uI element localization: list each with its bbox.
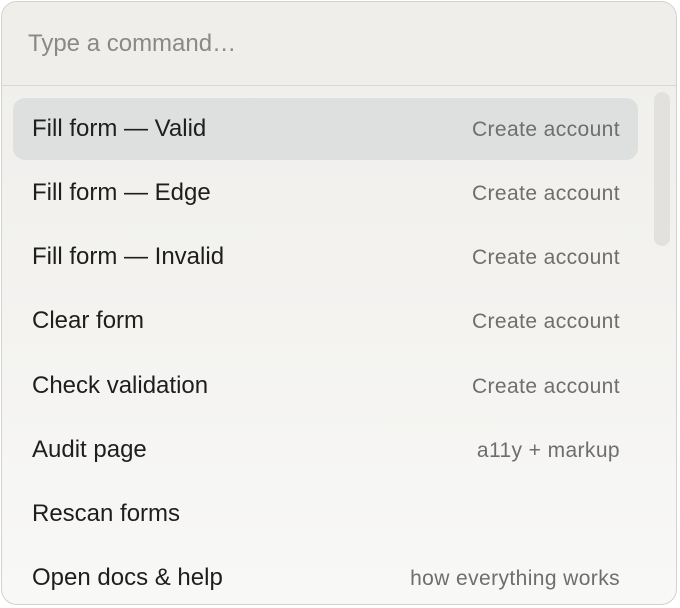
command-label: Rescan forms (32, 500, 181, 527)
command-hint: Create account (471, 310, 620, 333)
command-hint: a11y + markup (476, 439, 620, 462)
command-item-audit-page[interactable]: Audit page a11y + markup (13, 419, 638, 481)
command-item-check-validation[interactable]: Check validation Create account (13, 355, 638, 417)
command-label: Check validation (32, 372, 209, 399)
command-item-fill-edge[interactable]: Fill form — Edge Create account (13, 162, 638, 224)
command-hint: Create account (471, 118, 620, 141)
search-bar (2, 2, 676, 86)
command-hint: Create account (471, 246, 620, 269)
command-label: Clear form (32, 307, 145, 334)
scrollbar[interactable] (654, 92, 670, 602)
command-label: Fill form — Valid (32, 115, 207, 142)
command-label: Fill form — Invalid (32, 243, 225, 270)
command-item-open-docs[interactable]: Open docs & help how everything works (13, 547, 638, 604)
command-item-rescan-forms[interactable]: Rescan forms (13, 483, 638, 545)
command-hint: Create account (471, 375, 620, 398)
command-item-fill-valid[interactable]: Fill form — Valid Create account (13, 98, 638, 160)
command-label: Open docs & help (32, 564, 223, 591)
scrollbar-thumb[interactable] (654, 92, 670, 246)
command-label: Audit page (32, 436, 147, 463)
command-search-input[interactable] (28, 26, 628, 62)
command-hint: how everything works (410, 567, 620, 590)
command-label: Fill form — Edge (32, 179, 211, 206)
command-list: Fill form — Valid Create account Fill fo… (2, 86, 676, 604)
command-item-fill-invalid[interactable]: Fill form — Invalid Create account (13, 226, 638, 288)
command-hint: Create account (471, 182, 620, 205)
command-palette: Fill form — Valid Create account Fill fo… (1, 1, 677, 605)
command-item-clear-form[interactable]: Clear form Create account (13, 290, 638, 352)
